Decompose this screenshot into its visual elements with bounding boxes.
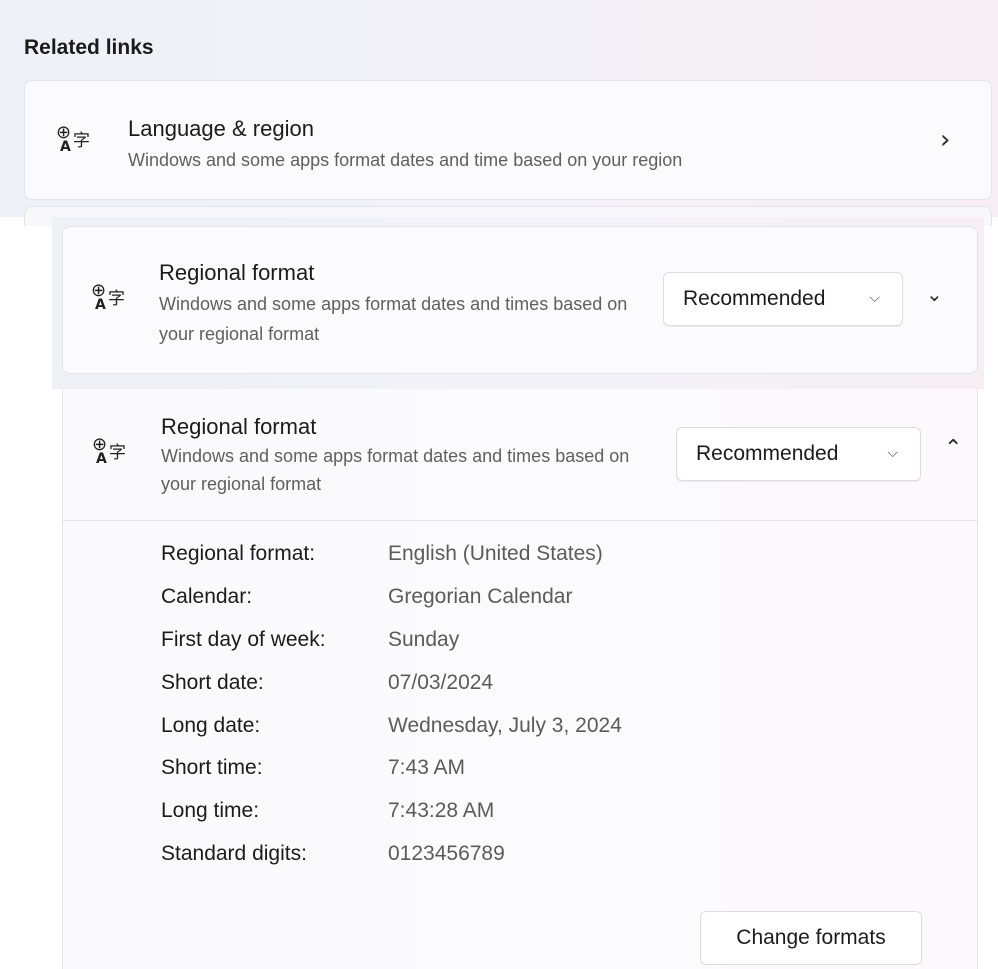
chevron-down-icon[interactable]: ⌄ [926, 282, 943, 306]
detail-value-first-day-of-week: Sunday [388, 628, 460, 651]
regional-format-title: Regional format [159, 260, 315, 285]
chevron-down-icon: ⌵ [887, 445, 898, 461]
detail-value-short-date: 07/03/2024 [388, 671, 494, 694]
language-icon: ⊕ A 字 [56, 122, 90, 156]
section-divider [62, 520, 978, 521]
detail-label-calendar: Calendar: [161, 585, 253, 608]
detail-value-calendar: Gregorian Calendar [388, 585, 573, 608]
detail-label-first-day-of-week: First day of week: [161, 628, 326, 651]
detail-value-regional-format: English (United States) [388, 542, 603, 565]
language-region-link[interactable]: ⊕ A 字 Language & region Windows and some a… [24, 80, 992, 200]
language-region-title: Language & region [128, 116, 314, 141]
dropdown-value: Recommended [683, 287, 826, 310]
chevron-down-icon: ⌵ [869, 290, 880, 306]
chevron-up-icon[interactable]: ⌃ [944, 436, 962, 461]
detail-value-long-date: Wednesday, July 3, 2024 [388, 714, 622, 737]
language-region-description: Windows and some apps format dates and t… [128, 150, 683, 170]
detail-label-standard-digits: Standard digits: [161, 842, 307, 865]
language-icon: ⊕ A 字 [91, 280, 125, 314]
change-formats-button[interactable]: Change formats [700, 911, 922, 965]
detail-value-long-time: 7:43:28 AM [388, 799, 495, 822]
regional-format-description: Windows and some apps format dates and t… [159, 294, 628, 344]
detail-label-long-date: Long date: [161, 714, 261, 737]
chevron-right-icon: › [940, 125, 951, 155]
detail-label-long-time: Long time: [161, 799, 260, 822]
detail-value-short-time: 7:43 AM [388, 756, 466, 779]
regional-format-title: Regional format [161, 414, 317, 439]
language-icon: ⊕ A 字 [92, 434, 126, 468]
regional-format-description: Windows and some apps format dates and t… [161, 446, 630, 494]
dropdown-value: Recommended [696, 442, 839, 465]
regional-format-card-collapsed[interactable]: ⊕ A 字 Regional format Windows and some app… [62, 226, 978, 374]
detail-label-short-time: Short time: [161, 756, 263, 779]
related-links-heading: Related links [24, 36, 154, 59]
detail-label-regional-format: Regional format: [161, 542, 316, 565]
detail-label-short-date: Short date: [161, 671, 264, 694]
regional-format-dropdown[interactable]: Recommended ⌵ [676, 427, 921, 481]
detail-value-standard-digits: 0123456789 [388, 842, 505, 865]
regional-format-dropdown[interactable]: Recommended ⌵ [663, 272, 903, 326]
